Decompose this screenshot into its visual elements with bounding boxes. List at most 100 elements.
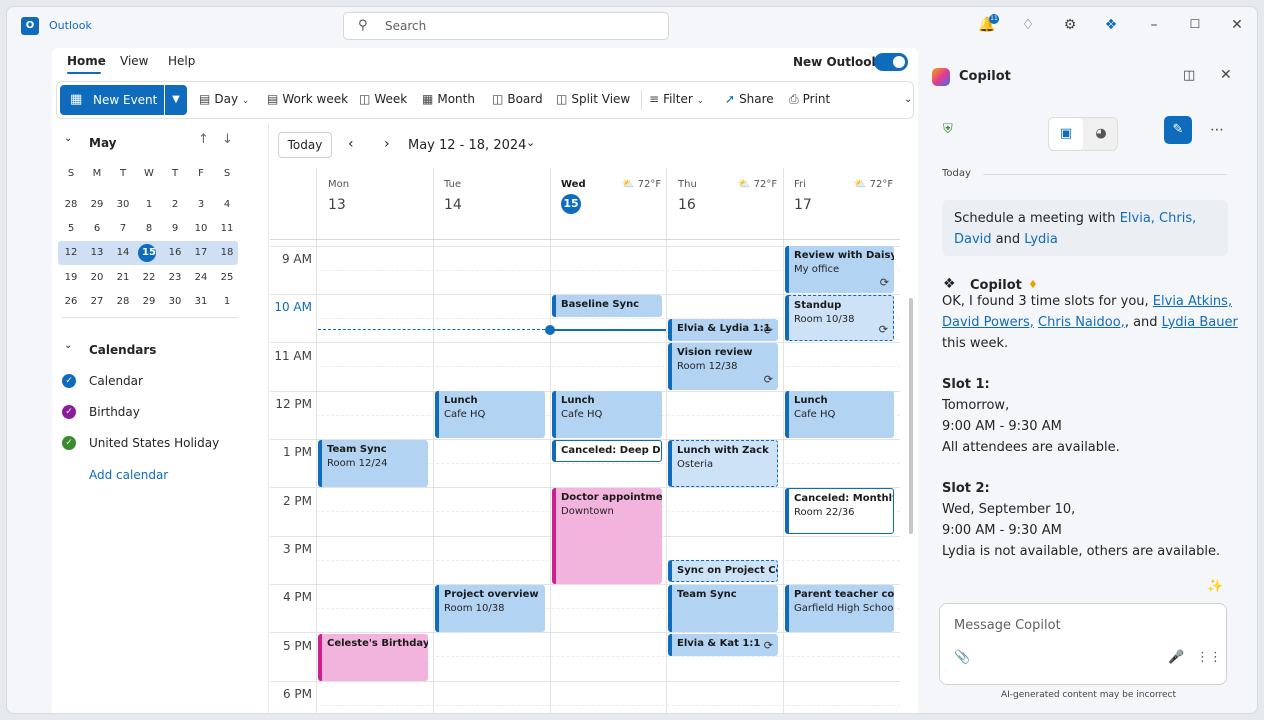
event-parent-teacher[interactable]: Parent teacher conference Garfield High S…	[785, 585, 894, 632]
person-link[interactable]: Chris Naidoo,	[1038, 315, 1125, 330]
calendars-chevron-icon[interactable]: ⌄	[64, 340, 72, 351]
arrow-up-icon[interactable]: ↑	[198, 132, 209, 147]
copilot-toggle-icon[interactable]: ❖	[1101, 17, 1121, 33]
calendar-item-us-holiday[interactable]: United States Holiday	[89, 436, 219, 450]
day-num-tue[interactable]: 14	[444, 197, 462, 213]
day-num-thu[interactable]: 16	[678, 197, 696, 213]
range-chevron-down-icon[interactable]: ⌄	[526, 136, 535, 149]
new-event-dropdown[interactable]: ▼	[165, 85, 187, 115]
mini-calendar-day[interactable]: 9	[162, 217, 188, 241]
event-sync-project-cora[interactable]: Sync on Project Cora	[668, 560, 778, 582]
calendar-scrollbar[interactable]	[909, 298, 913, 534]
user-msg-mention-lydia[interactable]: Lydia	[1024, 232, 1058, 247]
mini-calendar-day[interactable]: 1	[214, 290, 240, 314]
mini-calendar-day[interactable]: 31	[188, 290, 214, 314]
mini-calendar-day[interactable]: 7	[110, 217, 136, 241]
calendar-check-icon[interactable]: ✓	[62, 374, 76, 388]
filter-button[interactable]: ≡ Filter ⌄	[649, 92, 708, 106]
maximize-icon[interactable]: ☐	[1185, 17, 1205, 31]
tab-home[interactable]: Home	[67, 54, 106, 68]
search-box[interactable]: ⚲ Search	[343, 12, 669, 40]
tab-view[interactable]: View	[120, 54, 148, 68]
mini-calendar-day[interactable]: 30	[162, 290, 188, 314]
more-options-icon[interactable]: ⋯	[1210, 122, 1224, 138]
collapse-chevron-icon[interactable]: ⌄	[64, 133, 72, 144]
close-copilot-icon[interactable]: ✕	[1220, 67, 1232, 83]
person-link[interactable]: Elvia Atkins,	[1153, 294, 1232, 309]
mini-calendar-day[interactable]: 20	[84, 266, 110, 290]
event-canceled-monthly[interactable]: Canceled: Monthly Team Room 22/36	[785, 488, 894, 534]
holiday-check-icon[interactable]: ✓	[62, 436, 76, 450]
event-canceled-deep-dive[interactable]: Canceled: Deep Dive	[552, 440, 662, 462]
mini-calendar-day[interactable]: 3	[188, 193, 214, 217]
minimize-icon[interactable]: –	[1144, 17, 1164, 33]
event-elvia-kat[interactable]: Elvia & Kat 1:1 ⟳	[668, 634, 778, 656]
today-button[interactable]: Today	[278, 132, 332, 158]
sparkle-prompts-icon[interactable]: ✨	[1207, 579, 1223, 594]
month-button[interactable]: ▦ Month	[422, 92, 475, 106]
new-event-button[interactable]: ▦ New Event	[60, 85, 164, 115]
event-team-sync-mon[interactable]: Team Sync Room 12/24	[318, 440, 428, 487]
print-button[interactable]: ⎙ Print	[789, 92, 830, 107]
mini-calendar-day[interactable]: 24	[188, 266, 214, 290]
work-week-button[interactable]: ▤ Work week	[267, 92, 348, 106]
event-lunch-fri[interactable]: Lunch Cafe HQ	[785, 391, 894, 438]
event-baseline-sync[interactable]: Baseline Sync	[552, 295, 662, 317]
microphone-icon[interactable]: 🎤	[1168, 650, 1184, 665]
mini-calendar-day[interactable]: 11	[214, 217, 240, 241]
event-standup[interactable]: Standup Room 10/38 ⟳	[785, 295, 894, 341]
mini-calendar-day[interactable]: 26	[58, 290, 84, 314]
week-button[interactable]: ◫ Week	[359, 92, 407, 106]
event-team-sync-thu[interactable]: Team Sync	[668, 585, 778, 632]
mini-calendar-day[interactable]: 12	[58, 241, 84, 265]
calendar-item-birthday[interactable]: Birthday	[89, 405, 140, 419]
mini-calendar-day[interactable]: 23	[162, 266, 188, 290]
new-chat-compose-icon[interactable]: ✎	[1164, 116, 1192, 144]
mini-calendar-day[interactable]: 28	[58, 193, 84, 217]
work-briefcase-icon[interactable]: ▣	[1049, 118, 1083, 150]
premium-icon[interactable]: ♢	[1018, 17, 1038, 33]
event-lunch-tue[interactable]: Lunch Cafe HQ	[435, 391, 545, 438]
event-lunch-zack[interactable]: Lunch with Zack Osteria	[668, 440, 778, 487]
dock-panel-icon[interactable]: ◫	[1183, 68, 1195, 83]
mini-calendar-day[interactable]: 17	[188, 241, 214, 265]
calendar-item-calendar[interactable]: Calendar	[89, 374, 143, 388]
mini-calendar-day[interactable]: 1	[136, 193, 162, 217]
mini-calendar-day[interactable]: 8	[136, 217, 162, 241]
mini-calendar-day[interactable]: 30	[110, 193, 136, 217]
event-elvia-lydia[interactable]: Elvia & Lydia 1:1 ⟳	[668, 319, 778, 341]
share-button[interactable]: ➚ Share	[725, 92, 774, 106]
event-project-overview[interactable]: Project overview Room 10/38	[435, 585, 545, 632]
tab-help[interactable]: Help	[168, 54, 195, 68]
mini-calendar-day[interactable]: 16	[162, 241, 188, 265]
mini-calendar-day[interactable]: 29	[84, 193, 110, 217]
mini-calendar-day[interactable]: 18	[214, 241, 240, 265]
day-num-wed-today[interactable]: 15	[561, 194, 581, 214]
mini-calendar-day[interactable]: 10	[188, 217, 214, 241]
mini-calendar-day[interactable]: 13	[84, 241, 110, 265]
event-lunch-wed[interactable]: Lunch Cafe HQ	[552, 391, 662, 438]
web-globe-icon[interactable]: ◕	[1086, 118, 1116, 150]
split-view-button[interactable]: ◫ Split View	[556, 92, 630, 106]
voice-waveform-icon[interactable]: ⋮⋮	[1196, 650, 1222, 665]
board-button[interactable]: ◫ Board	[492, 92, 543, 106]
attach-paperclip-icon[interactable]: 📎	[954, 650, 970, 665]
search-placeholder[interactable]: Search	[385, 19, 426, 33]
prev-week-icon[interactable]: ‹	[348, 136, 354, 152]
arrow-down-icon[interactable]: ↓	[222, 132, 233, 147]
mini-calendar-day[interactable]: 2	[162, 193, 188, 217]
person-link[interactable]: David Powers,	[942, 315, 1034, 330]
settings-gear-icon[interactable]: ⚙	[1060, 17, 1080, 33]
next-week-icon[interactable]: ›	[384, 136, 390, 152]
mini-calendar-day[interactable]: 4	[214, 193, 240, 217]
day-num-fri[interactable]: 17	[794, 197, 812, 213]
mini-calendar-day[interactable]: 19	[58, 266, 84, 290]
mini-calendar-day[interactable]: 27	[84, 290, 110, 314]
person-link[interactable]: Lydia Bauer	[1162, 315, 1238, 330]
new-outlook-toggle[interactable]	[874, 53, 908, 71]
event-review-daisy[interactable]: Review with Daisy My office ⟳	[785, 246, 894, 293]
day-num-mon[interactable]: 13	[328, 197, 346, 213]
birthday-check-icon[interactable]: ✓	[62, 405, 76, 419]
event-vision-review[interactable]: Vision review Room 12/38 ⟳	[668, 343, 778, 390]
day-view-button[interactable]: ▤ Day ⌄	[199, 92, 253, 106]
